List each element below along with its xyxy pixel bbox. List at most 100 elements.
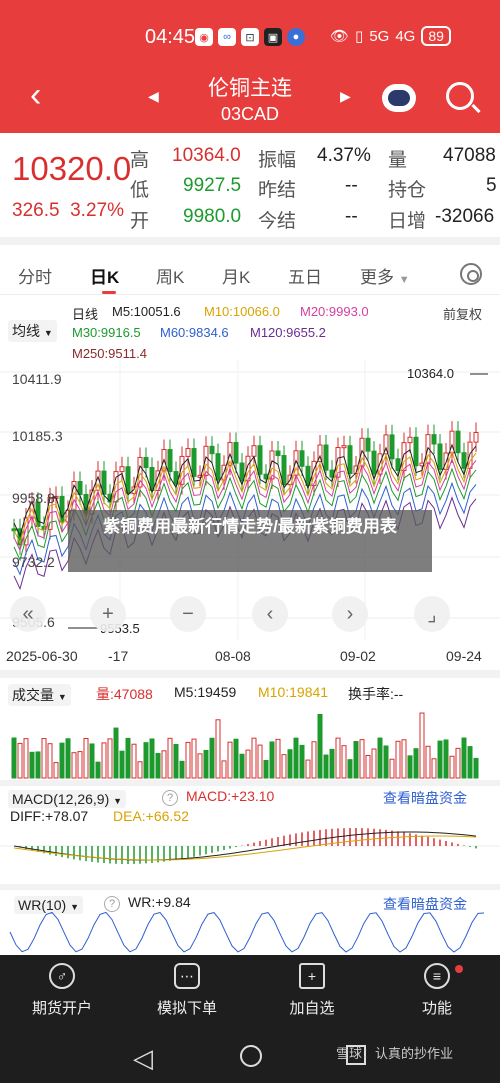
tab-monthly[interactable]: 月K <box>222 263 250 288</box>
volume-bar <box>209 737 215 779</box>
volume-bar <box>71 752 77 779</box>
volume-bar <box>161 750 167 779</box>
prev-contract-button[interactable]: ◀ <box>148 88 159 105</box>
tab-weekly[interactable]: 周K <box>156 263 184 288</box>
volume-value: 47088 <box>443 145 496 166</box>
candle-body <box>347 445 353 474</box>
volume-bar <box>65 738 71 779</box>
volume-bar <box>329 748 335 779</box>
volume-bar <box>41 738 47 779</box>
chevron-down-icon: ▼ <box>398 274 410 286</box>
caret-icon: ▼ <box>70 902 80 912</box>
period-tabs: 分时 日K 周K 月K 五日 更多 ▼ <box>0 253 500 295</box>
volume-chart[interactable] <box>0 703 500 780</box>
signal-icon-2: 4G <box>395 27 416 45</box>
open-value: 9980.0 <box>183 206 242 227</box>
volume-bar <box>317 713 323 779</box>
macd-dif: DIFF:+78.07 <box>10 808 89 824</box>
candle-body <box>323 444 329 471</box>
macd-selector[interactable]: MACD(12,26,9) ▼ <box>8 790 127 808</box>
tab-more[interactable]: 更多 ▼ <box>360 263 410 288</box>
signal-icon: 5G <box>369 27 390 45</box>
vibrate-icon: ▯ <box>355 28 364 45</box>
candle-body <box>143 456 149 469</box>
volume-bar <box>227 741 233 779</box>
help-icon[interactable]: ? <box>104 896 120 912</box>
scroll-right-button[interactable]: › <box>332 596 368 632</box>
contract-code: 03CAD <box>220 104 280 124</box>
macd-value: MACD:+23.10 <box>186 788 275 804</box>
zoom-reduce-button[interactable]: − <box>170 596 206 632</box>
settings-icon[interactable] <box>460 263 482 285</box>
app-notification-icon: ▣ <box>264 28 282 46</box>
article-title-overlay: 紫铜费用最新行情走势/最新紫铜费用表 <box>68 510 432 572</box>
ma-selector[interactable]: 均线 ▼ <box>8 320 57 342</box>
volume-bar <box>341 745 347 779</box>
scroll-left-button[interactable]: ‹ <box>252 596 288 632</box>
volume-bar <box>467 746 473 779</box>
simulate-order-button[interactable]: ⋯ 模拟下单 <box>137 963 237 1018</box>
adjust-mode[interactable]: 前复权 <box>443 304 482 323</box>
volume-bar <box>257 744 263 779</box>
volume-bar <box>287 749 293 779</box>
caret-icon: ▼ <box>57 692 67 702</box>
divider <box>0 884 500 890</box>
volume-bar <box>281 754 287 779</box>
volume-bar <box>377 737 383 779</box>
functions-button[interactable]: ≡ 功能 <box>387 963 487 1018</box>
volume-bar <box>251 737 257 779</box>
candle-body <box>119 466 125 473</box>
volume-bar <box>431 758 437 779</box>
help-icon[interactable]: ? <box>162 790 178 806</box>
volume-bar <box>245 749 251 779</box>
volume-bar <box>119 750 125 779</box>
zoom-in-button[interactable]: + <box>90 596 126 632</box>
volume-bar <box>419 712 425 779</box>
assistant-robot-icon[interactable] <box>382 84 416 112</box>
fullscreen-button[interactable]: ⌟ <box>414 596 450 632</box>
amp-label: 振幅 <box>258 150 297 171</box>
volume-bar <box>29 751 35 779</box>
candle-body <box>395 458 401 472</box>
dark-pool-link[interactable]: 查看暗盘资金 <box>383 788 467 808</box>
zoom-out-button[interactable]: « <box>10 596 46 632</box>
dark-pool-link-2[interactable]: 查看暗盘资金 <box>383 894 467 914</box>
app-notification-icon: ● <box>287 28 305 46</box>
volume-bar <box>131 743 137 779</box>
volume-bar <box>167 737 173 779</box>
watermark: 雪球：认真的抄作业 <box>336 1046 454 1061</box>
plus-icon: + <box>299 963 325 989</box>
open-account-button[interactable]: ♂ 期货开户 <box>12 963 112 1018</box>
wr-chart[interactable] <box>0 912 500 955</box>
volume-bar <box>449 755 455 779</box>
volume-bar <box>323 754 329 779</box>
candle-body <box>185 448 191 457</box>
volume-bar <box>155 752 161 779</box>
next-contract-button[interactable]: ▶ <box>340 88 351 105</box>
candle-body <box>257 445 263 475</box>
volume-bar <box>215 719 221 779</box>
turnover-label: 换手率:-- <box>348 686 404 702</box>
daily-change-label: 日增 <box>388 211 427 232</box>
volume-bar <box>401 739 407 779</box>
candle-body <box>191 448 197 477</box>
legend-m120: M120:9655.2 <box>250 325 326 340</box>
date-label-2: -17 <box>108 648 129 664</box>
volume-bar <box>269 741 275 779</box>
volume-bar <box>359 739 365 779</box>
system-home-icon[interactable] <box>240 1045 262 1067</box>
volume-bar <box>59 742 65 779</box>
system-back-icon[interactable]: ◁ <box>133 1043 153 1074</box>
tab-five-day[interactable]: 五日 <box>288 263 322 288</box>
high-marker-label: 10364.0 <box>407 366 454 381</box>
volume-bar <box>83 737 89 779</box>
search-icon[interactable] <box>446 82 474 110</box>
macd-chart[interactable] <box>0 826 500 884</box>
tab-daily[interactable]: 日K <box>90 263 119 294</box>
volume-bar <box>125 737 131 779</box>
add-watchlist-button[interactable]: + 加自选 <box>262 963 362 1018</box>
order-icon: ⋯ <box>174 963 200 989</box>
tab-intraday[interactable]: 分时 <box>18 263 52 288</box>
back-button[interactable]: ‹ <box>30 78 41 112</box>
volume-bar <box>353 741 359 779</box>
